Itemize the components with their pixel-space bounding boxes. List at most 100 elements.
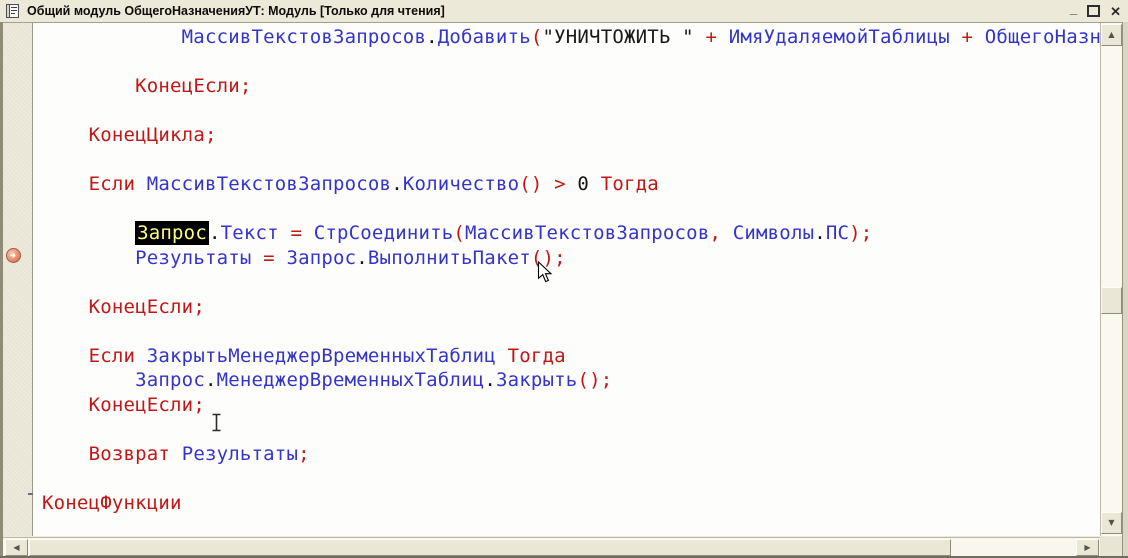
code-token: МассивТекстовЗапросов xyxy=(465,222,709,244)
code-token: КонецЦикла; xyxy=(89,124,217,146)
code-token xyxy=(543,173,555,195)
code-token: = xyxy=(290,222,302,244)
code-token: ( xyxy=(453,222,465,244)
code-line: Возврат Результаты; xyxy=(42,442,1100,467)
code-token: "УНИЧТОЖИТЬ " xyxy=(543,26,694,48)
window-title: Общий модуль ОбщегоНазначенияУТ: Модуль … xyxy=(27,4,445,18)
code-token: Тогда xyxy=(601,173,659,195)
code-line: КонецФункции xyxy=(42,491,1100,516)
window-right-border xyxy=(1122,22,1128,558)
code-line: Если МассивТекстовЗапросов.Количество() … xyxy=(42,172,1100,197)
code-token xyxy=(135,173,147,195)
code-token xyxy=(279,222,291,244)
code-line xyxy=(42,319,1100,344)
code-token: 0 xyxy=(577,173,589,195)
scroll-left-icon: ◀ xyxy=(13,544,19,552)
vertical-scroll-thumb[interactable] xyxy=(1101,287,1122,314)
code-token xyxy=(275,247,287,269)
selected-word-highlight: Запрос xyxy=(135,221,209,245)
code-token: КонецЕсли; xyxy=(89,394,205,416)
module-editor-window: Общий модуль ОбщегоНазначенияУТ: Модуль … xyxy=(0,0,1128,558)
code-token: МенеджерВременныхТаблиц xyxy=(217,369,485,391)
minimize-button[interactable]: _ xyxy=(1070,2,1077,15)
code-token: (); xyxy=(577,369,612,391)
code-token: . xyxy=(205,369,217,391)
code-token: ; xyxy=(298,443,310,465)
arrow-right-icon xyxy=(9,251,18,260)
code-area[interactable]: МассивТекстовЗапросов.Добавить("УНИЧТОЖИ… xyxy=(33,23,1100,536)
code-token xyxy=(973,26,985,48)
code-token: Количество xyxy=(403,173,519,195)
code-token xyxy=(302,222,314,244)
code-token: . xyxy=(209,222,221,244)
module-document-icon xyxy=(5,3,21,19)
scrollbar-corner xyxy=(1100,537,1122,556)
code-token: Закрыть xyxy=(496,369,577,391)
code-token: ОбщегоНазнач xyxy=(985,26,1100,48)
code-token: = xyxy=(263,247,275,269)
scroll-up-icon: ▲ xyxy=(1108,31,1114,39)
code-token: Результаты xyxy=(182,443,298,465)
close-button[interactable]: ✕ xyxy=(1110,5,1121,18)
code-line: МассивТекстовЗапросов.Добавить("УНИЧТОЖИ… xyxy=(42,25,1100,50)
code-token: ИмяУдаляемойТаблицы xyxy=(729,26,950,48)
code-line: КонецЕсли; xyxy=(42,295,1100,320)
title-bar[interactable]: Общий модуль ОбщегоНазначенияУТ: Модуль … xyxy=(0,0,1128,23)
code-line: Результаты = Запрос.ВыполнитьПакет(); xyxy=(42,246,1100,271)
code-token: КонецЕсли; xyxy=(89,296,205,318)
code-token: ВыполнитьПакет xyxy=(368,247,531,269)
code-line: Запрос.МенеджерВременныхТаблиц.Закрыть()… xyxy=(42,368,1100,393)
code-token: Если xyxy=(89,345,136,367)
code-token xyxy=(135,345,147,367)
code-token: Результаты xyxy=(135,247,251,269)
code-line: КонецЦикла; xyxy=(42,123,1100,148)
code-token: . xyxy=(484,369,496,391)
code-token: () xyxy=(519,173,542,195)
scroll-down-button[interactable]: ▼ xyxy=(1101,512,1122,534)
code-token: . xyxy=(814,222,826,244)
current-position-arrow-marker xyxy=(6,248,21,263)
code-token xyxy=(950,26,962,48)
code-token: Тогда xyxy=(508,345,566,367)
code-token: ( xyxy=(531,26,543,48)
scroll-right-button[interactable]: ▶ xyxy=(1076,539,1099,556)
scroll-left-button[interactable]: ◀ xyxy=(5,539,28,556)
horizontal-scroll-thumb[interactable] xyxy=(29,539,951,556)
code-token: Добавить xyxy=(438,26,531,48)
text-cursor-ibeam-icon xyxy=(209,413,224,432)
code-token xyxy=(717,26,729,48)
code-token: СтрСоединить xyxy=(314,222,454,244)
code-line xyxy=(42,99,1100,124)
code-token: ); xyxy=(849,222,872,244)
maximize-button[interactable] xyxy=(1087,5,1100,17)
vertical-scrollbar[interactable]: ▲ ▼ xyxy=(1100,23,1122,536)
code-token: КонецФункции xyxy=(42,492,182,514)
code-line xyxy=(42,50,1100,75)
code-token: + xyxy=(962,26,974,48)
scroll-up-button[interactable]: ▲ xyxy=(1101,24,1122,46)
code-token: Если xyxy=(89,173,136,195)
code-token: > xyxy=(554,173,566,195)
code-line: КонецЕсли; xyxy=(42,393,1100,418)
code-token xyxy=(496,345,508,367)
code-line xyxy=(42,197,1100,222)
horizontal-scrollbar[interactable]: ◀ ▶ xyxy=(3,537,1100,556)
code-token xyxy=(694,26,706,48)
code-line xyxy=(42,270,1100,295)
code-token: Запрос xyxy=(286,247,356,269)
code-token: , xyxy=(709,222,721,244)
code-lines: МассивТекстовЗапросов.Добавить("УНИЧТОЖИ… xyxy=(42,25,1100,515)
scroll-down-icon: ▼ xyxy=(1108,519,1114,527)
code-line xyxy=(42,148,1100,173)
code-token: ПС xyxy=(826,222,849,244)
code-line: КонецЕсли; xyxy=(42,74,1100,99)
code-token: МассивТекстовЗапросов xyxy=(147,173,391,195)
code-token: Запрос xyxy=(135,369,205,391)
code-token: Символы xyxy=(733,222,814,244)
code-line: Если ЗакрытьМенеджерВременныхТаблиц Тогд… xyxy=(42,344,1100,369)
mouse-cursor-arrow-icon xyxy=(537,261,554,284)
code-token xyxy=(566,173,578,195)
code-token: + xyxy=(705,26,717,48)
editor-gutter[interactable] xyxy=(3,23,33,536)
code-token xyxy=(170,443,182,465)
